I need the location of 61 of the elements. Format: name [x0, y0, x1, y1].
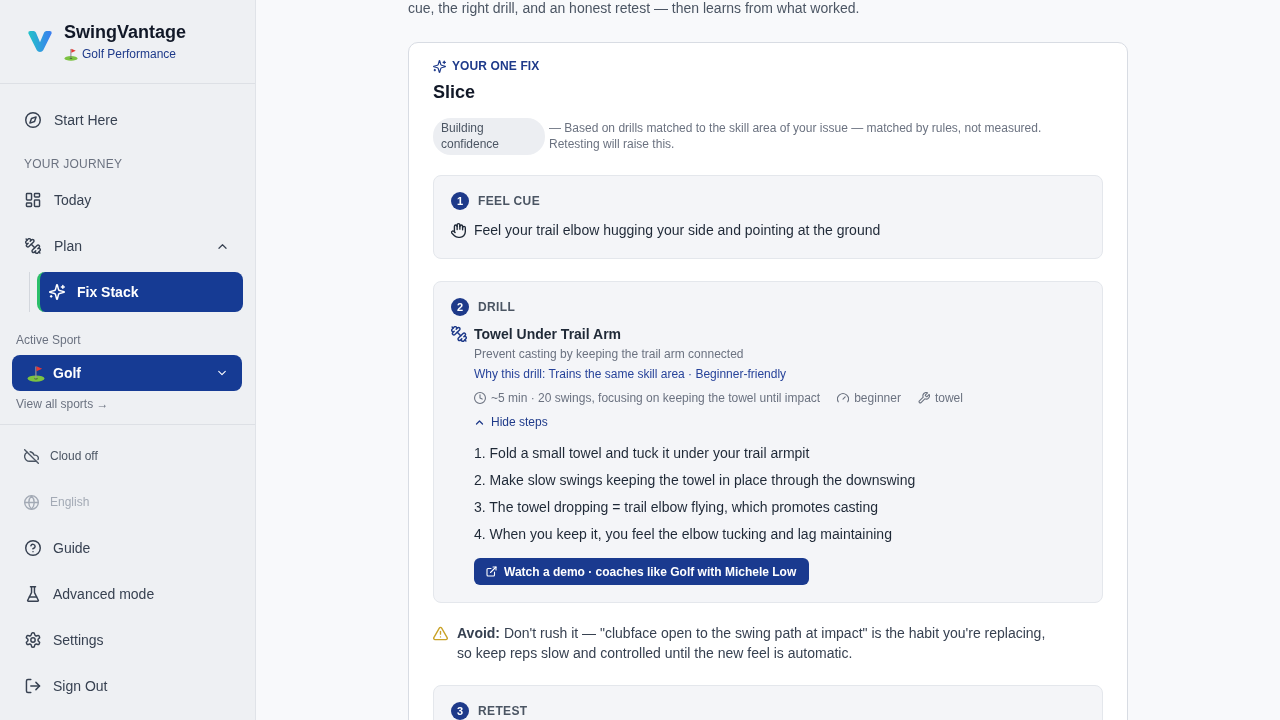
compass-icon	[25, 112, 41, 128]
nav-item[interactable]: Today	[12, 180, 243, 220]
instruction-step: 4. When you keep it, you feel the elbow tucking and lag maintaining	[474, 524, 1085, 544]
confidence-badge: Building confidence	[433, 118, 545, 155]
sign-out-icon	[25, 678, 41, 694]
drill-description: Prevent casting by keeping the trail arm connected	[474, 346, 745, 362]
clock-icon	[474, 392, 486, 404]
eyebrow-label: YOUR ONE FIX	[452, 59, 540, 73]
issue-title: Slice	[433, 81, 477, 104]
dumbbell-icon	[451, 326, 467, 342]
step-label: RETEST	[478, 704, 528, 718]
dumbbell-icon	[25, 238, 41, 254]
cloud-off-icon	[24, 448, 39, 464]
step-number: 3	[451, 702, 469, 720]
sparkles-icon	[433, 59, 446, 73]
meta-text: ~5 min · 20 swings, focusing on keeping the towel until impact	[491, 390, 821, 406]
sport-select[interactable]: Golf	[12, 355, 242, 391]
nav-item[interactable]: Sign Out	[12, 666, 121, 706]
settings-icon	[25, 632, 41, 648]
meta-text: beginner	[854, 390, 901, 406]
drill-title: Towel Under Trail Arm	[474, 325, 623, 344]
instruction-step: 2. Make slow swings keeping the towel in place through the downswing	[474, 470, 1085, 490]
drill-reason: Why this drill: Trains the same skill area · Beginner-friendly	[474, 366, 788, 382]
status-item[interactable]: Cloud off	[12, 436, 110, 476]
intro-text: cue, the right drill, and an honest retest — then learns from what worked.	[408, 0, 861, 16]
logo-icon	[28, 31, 52, 52]
steps-toggle[interactable]: Hide steps	[474, 414, 548, 430]
watch-demo-button[interactable]: Watch a demo · coaches like Golf with Michele Low	[474, 558, 810, 585]
step-label: FEEL CUE	[478, 194, 540, 208]
app-subtitle: Golf Performance	[82, 46, 177, 62]
nav-item[interactable]: Plan	[12, 226, 243, 266]
nav-item[interactable]: Start Here	[12, 100, 243, 140]
nav-subitem[interactable]: Fix Stack	[37, 272, 243, 312]
step-number: 2	[451, 298, 469, 316]
avoid-note: Avoid: Don't rush it — "clubface open to the swing path at impact" is the habit you're replacing, so keep reps slow and controlled until the new feel is automatic.	[457, 624, 1047, 663]
globe-icon	[24, 494, 39, 510]
view-all-sports-link[interactable]: View all sports →	[12, 396, 109, 412]
confidence-note: — Based on drills matched to the skill area of your issue — matched by rules, not measured. Retesting will raise this.	[549, 120, 1043, 152]
cue-text: Feel your trail elbow hugging your side and pointing at the ground	[474, 221, 881, 240]
hand-icon	[451, 222, 466, 238]
flask-icon	[25, 586, 41, 602]
nav-item[interactable]: Advanced mode	[12, 574, 168, 614]
instruction-step: 3. The towel dropping = trail elbow flying, which promotes casting	[474, 497, 1085, 517]
wrench-icon	[917, 392, 930, 404]
golf-flag-icon	[64, 47, 78, 61]
golf-flag-icon	[27, 364, 45, 382]
warning-icon	[433, 626, 448, 641]
active-sport-label: Active Sport	[15, 332, 82, 348]
section-label: YOUR JOURNEY	[23, 156, 124, 172]
step-number: 1	[451, 192, 469, 210]
app-title: SwingVantage	[64, 21, 187, 43]
gauge-icon	[837, 392, 850, 404]
nav-item[interactable]: Guide	[12, 528, 104, 568]
sparkles-icon	[49, 284, 65, 300]
help-icon	[25, 540, 41, 556]
dashboard-icon	[25, 192, 41, 208]
nav-item[interactable]: Settings	[12, 620, 117, 660]
meta-text: towel	[934, 390, 963, 406]
external-link-icon	[486, 566, 497, 577]
step-label: DRILL	[478, 300, 516, 314]
instruction-step: 1. Fold a small towel and tuck it under your trail armpit	[474, 443, 1085, 463]
